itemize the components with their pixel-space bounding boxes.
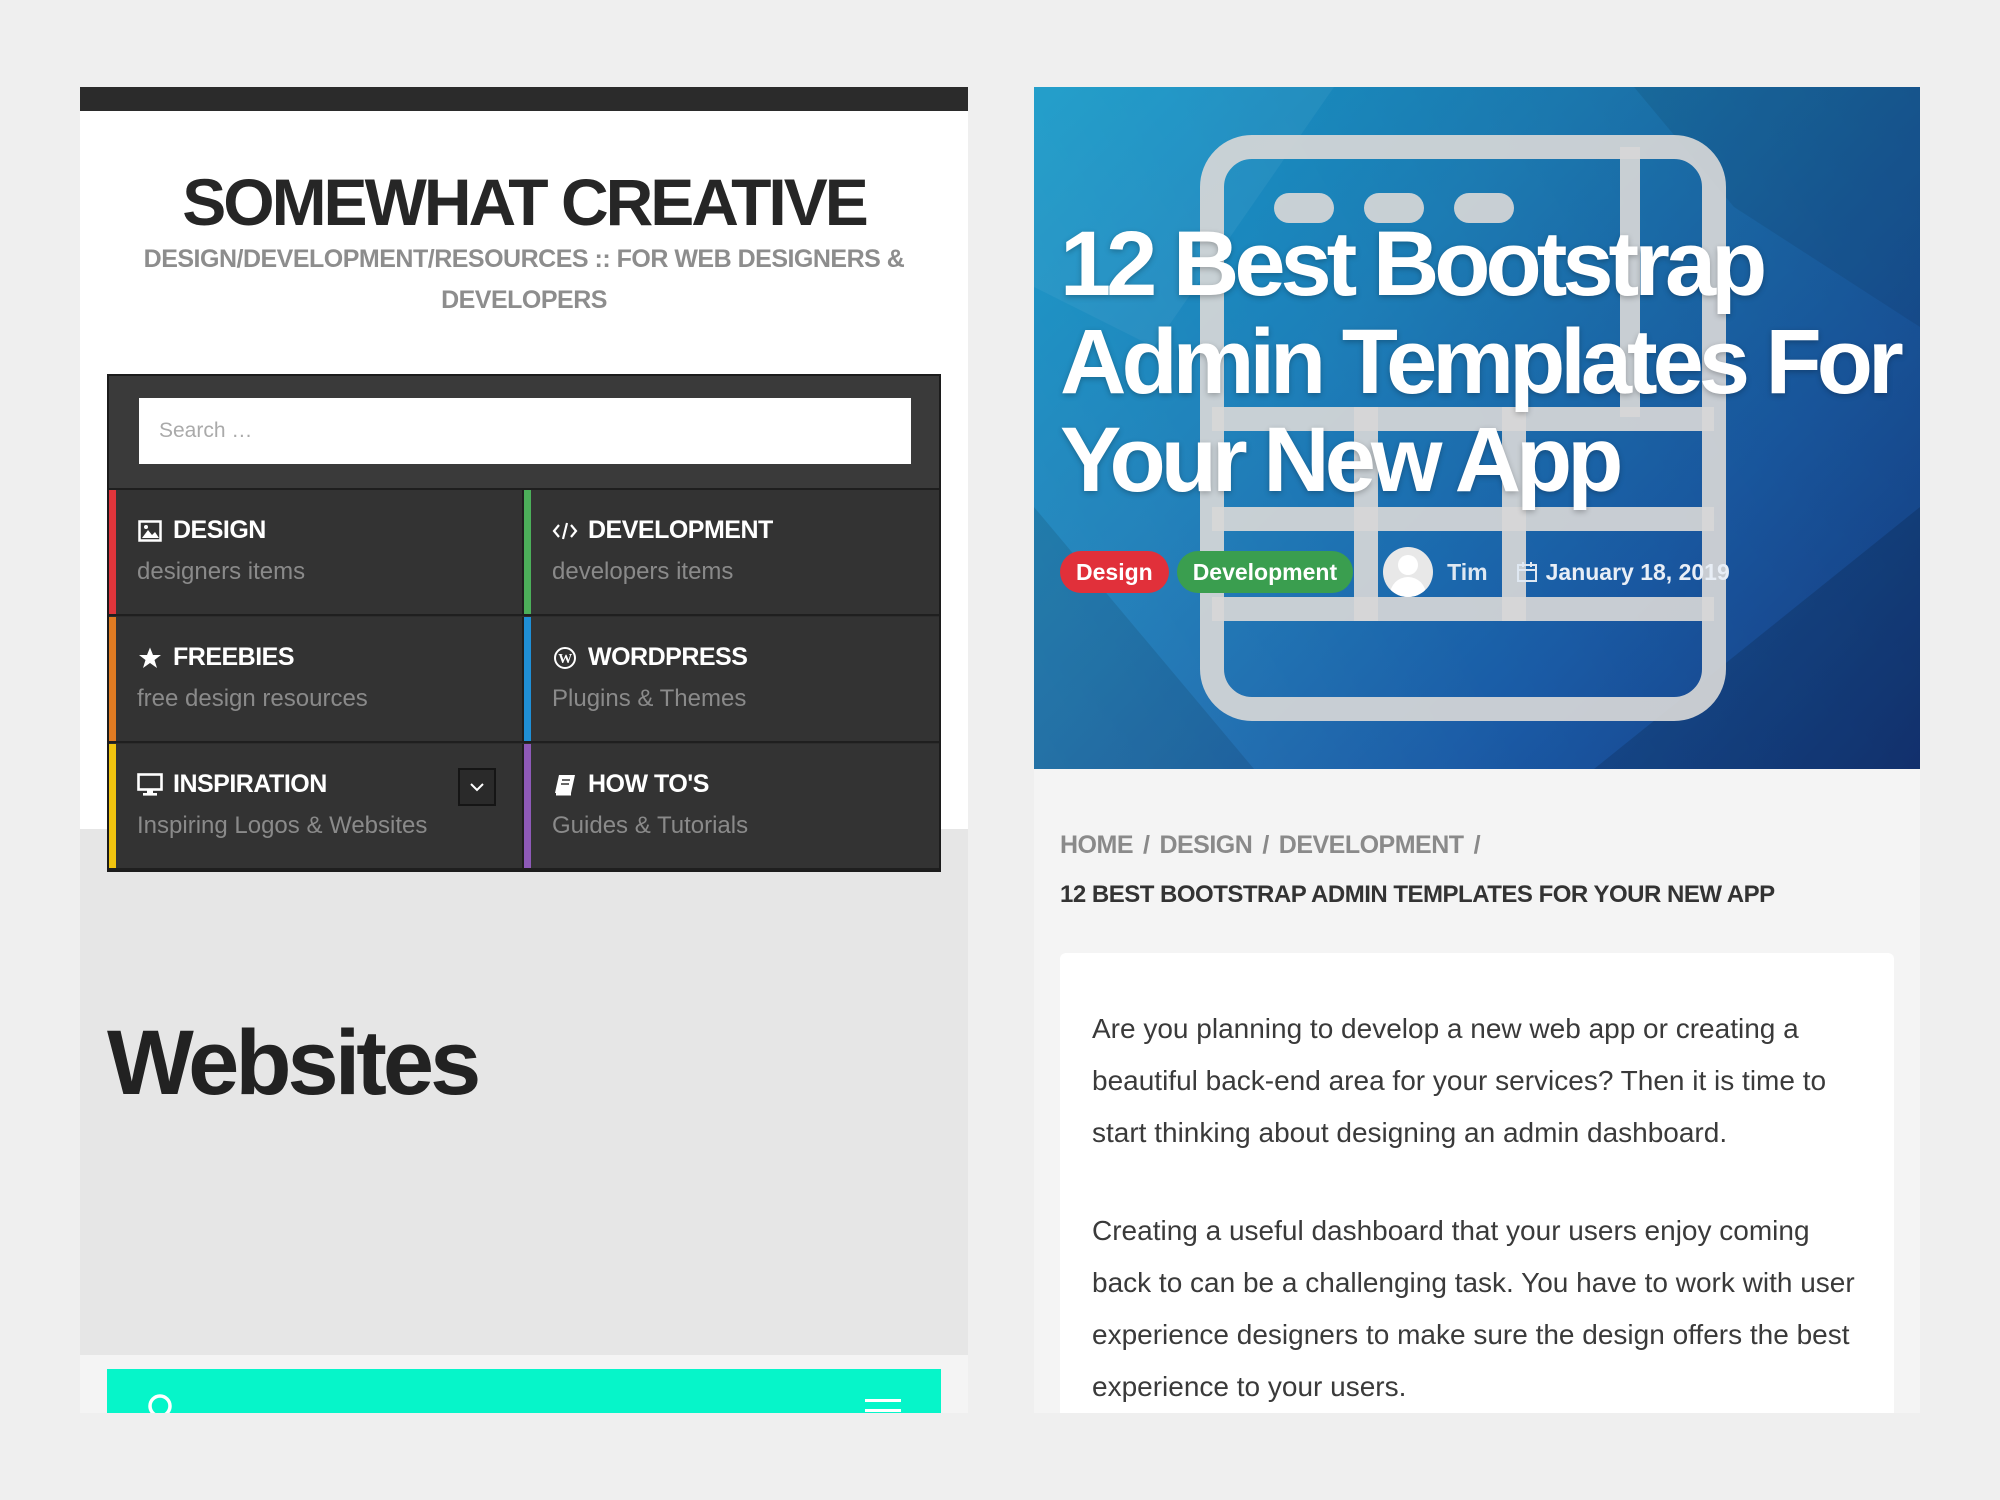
menu-item-wordpress[interactable]: W WORDPRESS Plugins & Themes [524, 617, 939, 743]
breadcrumb-home[interactable]: HOME [1060, 831, 1134, 859]
category-color-stripe [524, 744, 531, 868]
article-body: Are you planning to develop a new web ap… [1060, 953, 1894, 1413]
left-phone-screen: SOMEWHAT CREATIVE DESIGN/DEVELOPMENT/RES… [80, 87, 968, 1413]
menu-item-design[interactable]: DESIGN designers items [109, 490, 524, 616]
breadcrumb: HOME / DESIGN / DEVELOPMENT / [1060, 831, 1481, 859]
hero-banner: 12 Best Bootstrap Admin Templates For Yo… [1034, 87, 1920, 769]
menu-item-title: WORDPRESS [588, 643, 748, 671]
post-title: 12 Best Bootstrap Admin Templates For Yo… [1060, 213, 1904, 511]
image-icon [137, 518, 163, 544]
paragraph: Creating a useful dashboard that your us… [1092, 1215, 1855, 1402]
menu-item-title: DESIGN [173, 516, 266, 544]
paragraph: Are you planning to develop a new web ap… [1092, 1013, 1827, 1148]
category-color-stripe [109, 490, 116, 614]
menu-item-subtitle: Inspiring Logos & Websites [137, 812, 428, 839]
menu-item-subtitle: Plugins & Themes [552, 685, 747, 712]
chevron-down-icon [470, 783, 484, 792]
post-date: January 18, 2019 [1545, 558, 1730, 585]
author-name[interactable]: Tim [1447, 559, 1487, 586]
wordpress-icon: W [552, 645, 578, 671]
menu-item-subtitle: Guides & Tutorials [552, 812, 749, 839]
breadcrumb-current: 12 BEST BOOTSTRAP ADMIN TEMPLATES FOR YO… [1060, 881, 1775, 908]
site-tagline: DESIGN/DEVELOPMENT/RESOURCES :: FOR WEB … [143, 245, 905, 314]
search-input[interactable] [139, 398, 911, 464]
monitor-icon [137, 772, 163, 798]
menu-item-development[interactable]: DEVELOPMENT developers items [524, 490, 939, 616]
post-meta: Design Development Tim January 18, 2019 [1060, 547, 1730, 597]
menu-item-subtitle: free design resources [137, 685, 368, 712]
search-bar [109, 376, 939, 490]
svg-text:W: W [558, 652, 572, 667]
top-bar [80, 87, 968, 111]
code-icon [552, 518, 578, 544]
category-color-stripe [109, 744, 116, 868]
menu-item-title: INSPIRATION [173, 770, 327, 798]
menu-item-title: HOW TO'S [588, 770, 709, 798]
hamburger-menu-icon[interactable] [865, 1399, 901, 1413]
avatar[interactable] [1383, 547, 1434, 597]
calendar-icon [1516, 562, 1537, 582]
menu-item-inspiration[interactable]: INSPIRATION Inspiring Logos & Websites [109, 744, 524, 870]
breadcrumb-design[interactable]: DESIGN [1159, 831, 1252, 859]
category-menu: DESIGN designers items DEVELOPMENT devel… [107, 374, 941, 872]
menu-item-freebies[interactable]: FREEBIES free design resources [109, 617, 524, 743]
menu-item-subtitle: developers items [552, 558, 734, 585]
site-title[interactable]: SOMEWHAT CREATIVE [80, 169, 968, 235]
tag-design[interactable]: Design [1060, 551, 1169, 593]
menu-item-title: DEVELOPMENT [588, 516, 773, 544]
breadcrumb-development[interactable]: DEVELOPMENT [1279, 831, 1464, 859]
star-icon [137, 645, 163, 671]
category-color-stripe [109, 617, 116, 741]
book-icon [552, 772, 578, 798]
menu-item-subtitle: designers items [137, 558, 306, 585]
archive-title: Websites [107, 1012, 481, 1114]
category-color-stripe [524, 617, 531, 741]
right-phone-screen: 12 Best Bootstrap Admin Templates For Yo… [1034, 87, 1920, 1413]
search-icon[interactable] [147, 1393, 177, 1413]
menu-item-title: FREEBIES [173, 643, 295, 671]
submenu-toggle-button[interactable] [458, 768, 496, 806]
tag-development[interactable]: Development [1176, 551, 1354, 593]
post-preview-header [107, 1369, 941, 1413]
menu-item-how-tos[interactable]: HOW TO'S Guides & Tutorials [524, 744, 939, 870]
category-color-stripe [524, 490, 531, 614]
